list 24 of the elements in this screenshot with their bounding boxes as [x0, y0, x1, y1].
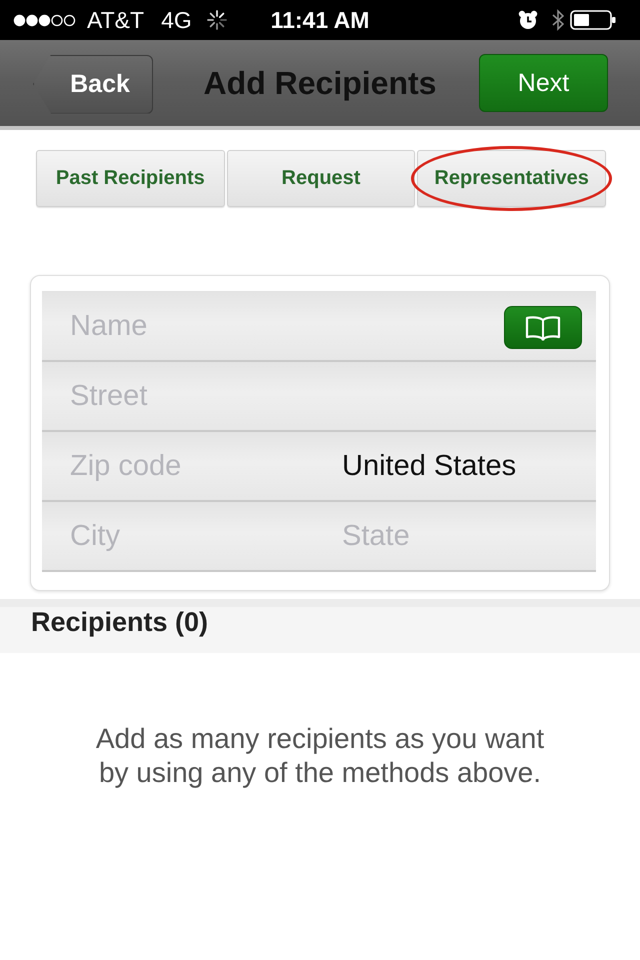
back-button[interactable]: Back	[33, 54, 153, 114]
method-button[interactable]: Request	[226, 150, 416, 207]
network-type: 4G	[161, 6, 192, 34]
signal-icon	[13, 14, 76, 26]
method-button[interactable]: Representatives	[417, 150, 606, 207]
carrier-name: AT&T	[87, 6, 144, 34]
open-book-icon	[525, 314, 561, 340]
section-title: Recipients (0)	[0, 599, 640, 653]
method-button[interactable]: Past Recipients	[36, 150, 225, 207]
alarm-clock-icon	[518, 10, 538, 30]
battery-icon	[570, 10, 616, 30]
screen-title: Add Recipients	[204, 64, 436, 102]
empty-message: Add as many recipients as you want by using any of the methods above.	[94, 722, 546, 790]
bluetooth-icon	[552, 8, 564, 32]
input-field[interactable]: Street	[42, 362, 596, 430]
spinner-icon	[206, 10, 227, 30]
input-field[interactable]: United States	[314, 432, 596, 500]
input-field[interactable]: City	[42, 502, 314, 570]
clock-time: 11:41 AM	[270, 6, 370, 34]
input-field[interactable]: Zip code	[42, 432, 314, 500]
address-book-button[interactable]	[504, 306, 582, 349]
input-field[interactable]: Name	[42, 292, 596, 360]
input-field[interactable]: State	[314, 502, 596, 570]
next-button[interactable]: Next	[479, 54, 608, 112]
